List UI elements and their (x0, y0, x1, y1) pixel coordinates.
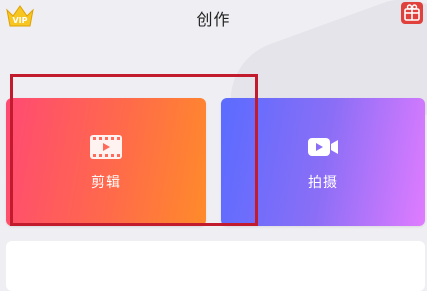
page-title: 创作 (196, 10, 231, 29)
shoot-card-label: 拍摄 (308, 175, 338, 191)
top-bar: VIP 创作 (0, 0, 427, 36)
gift-icon[interactable] (401, 2, 423, 24)
content-panel (6, 241, 425, 291)
highlight-box (10, 74, 258, 226)
video-camera-icon (305, 132, 341, 162)
